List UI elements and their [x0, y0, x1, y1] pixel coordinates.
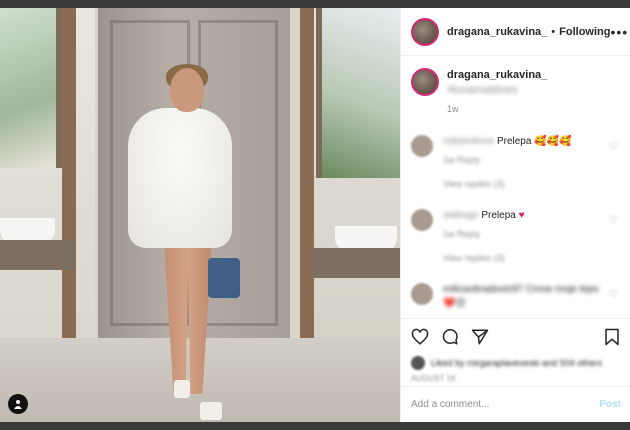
comments-list[interactable]: dragana_rukavina_ #lunamaldives 1w cobel… [401, 56, 630, 318]
paper-plane-icon[interactable] [471, 328, 489, 346]
photo-mirror-left [0, 8, 62, 168]
photo-shoe [174, 380, 190, 398]
photo-counter-right [312, 248, 400, 278]
heart-icon[interactable]: ♡ [609, 215, 618, 226]
comment-username[interactable]: cobelutinne [443, 136, 494, 147]
view-replies-button[interactable]: View replies (3) [443, 177, 603, 191]
heart-icon[interactable]: ♡ [609, 289, 618, 300]
post-side-panel: dragana_rukavina_ • Following ••• dragan… [400, 8, 630, 422]
caption-username[interactable]: dragana_rukavina_ [447, 69, 547, 81]
likes-summary[interactable]: Liked by mirgaraplaveveski and 504 other… [401, 354, 630, 372]
avatar[interactable] [411, 135, 433, 157]
caption-text[interactable]: #lunamaldives [447, 84, 517, 96]
post-photo[interactable] [0, 8, 400, 422]
comment-body: milicaobradovic97 Cmoe moje lepo ❤️😊 [443, 283, 603, 311]
avatar [411, 356, 425, 370]
emoji-icon: ❤️😊 [443, 298, 466, 309]
emoji-icon: 🥰🥰🥰 [534, 136, 572, 147]
photo-counter-left [0, 240, 75, 270]
avatar[interactable] [411, 283, 433, 305]
add-comment-bar: Post [401, 386, 630, 422]
comment-text: Cmoe moje lepo [525, 284, 599, 295]
caption-body: dragana_rukavina_ #lunamaldives 1w [447, 68, 620, 117]
comment-text: Prelepa [496, 136, 532, 147]
photo-handbag [208, 258, 240, 298]
avatar[interactable] [411, 209, 433, 231]
photo-mirror-right [316, 8, 400, 178]
post-header: dragana_rukavina_ • Following ••• [401, 8, 630, 56]
heart-icon[interactable]: ♡ [609, 141, 618, 152]
avatar[interactable] [411, 17, 439, 46]
likes-text[interactable]: Liked by mirgaraplaveveski and 504 other… [431, 358, 602, 368]
avatar[interactable] [411, 68, 439, 96]
comment-username[interactable]: stabogo [443, 210, 479, 221]
list-item: cobelutinne Prelepa 🥰🥰🥰 1w Reply View re… [411, 135, 620, 191]
comment-meta[interactable]: 1w Reply [443, 153, 603, 167]
caption: dragana_rukavina_ #lunamaldives 1w [411, 68, 620, 117]
comment-icon[interactable] [441, 328, 459, 346]
following-button[interactable]: Following [559, 26, 610, 38]
photo-figure-head [170, 68, 204, 112]
post-modal: dragana_rukavina_ • Following ••• dragan… [0, 8, 630, 422]
more-horizontal-icon[interactable]: ••• [610, 24, 628, 40]
list-item: stabogo Prelepa ♥ 1w Reply View replies … [411, 209, 620, 265]
heart-icon[interactable] [411, 328, 429, 346]
header-separator: • [551, 25, 556, 38]
photo-shoe [200, 402, 222, 420]
photo-post-left [62, 8, 76, 388]
header-username[interactable]: dragana_rukavina_ [447, 26, 547, 38]
comment-meta[interactable]: 1w Reply [443, 227, 603, 241]
comment-text: Prelepa [481, 210, 516, 221]
comment-body: cobelutinne Prelepa 🥰🥰🥰 1w Reply View re… [443, 135, 603, 191]
comment-username[interactable]: milicaobradovic97 [443, 284, 523, 295]
action-bar [401, 318, 630, 354]
list-item: milicaobradovic97 Cmoe moje lepo ❤️😊 ♡ [411, 283, 620, 311]
post-button[interactable]: Post [599, 399, 621, 410]
bookmark-icon[interactable] [604, 328, 620, 346]
photo-post-right [300, 8, 314, 388]
user-tag-icon[interactable] [8, 394, 28, 414]
photo-figure-shirt [128, 108, 232, 248]
posted-date: AUGUST 19 [411, 374, 456, 383]
caption-time: 1w [447, 104, 459, 114]
heart-emoji-icon: ♥ [518, 210, 525, 221]
comment-input[interactable] [411, 399, 600, 410]
view-replies-button[interactable]: View replies (3) [443, 251, 603, 265]
comment-body: stabogo Prelepa ♥ 1w Reply View replies … [443, 209, 603, 265]
